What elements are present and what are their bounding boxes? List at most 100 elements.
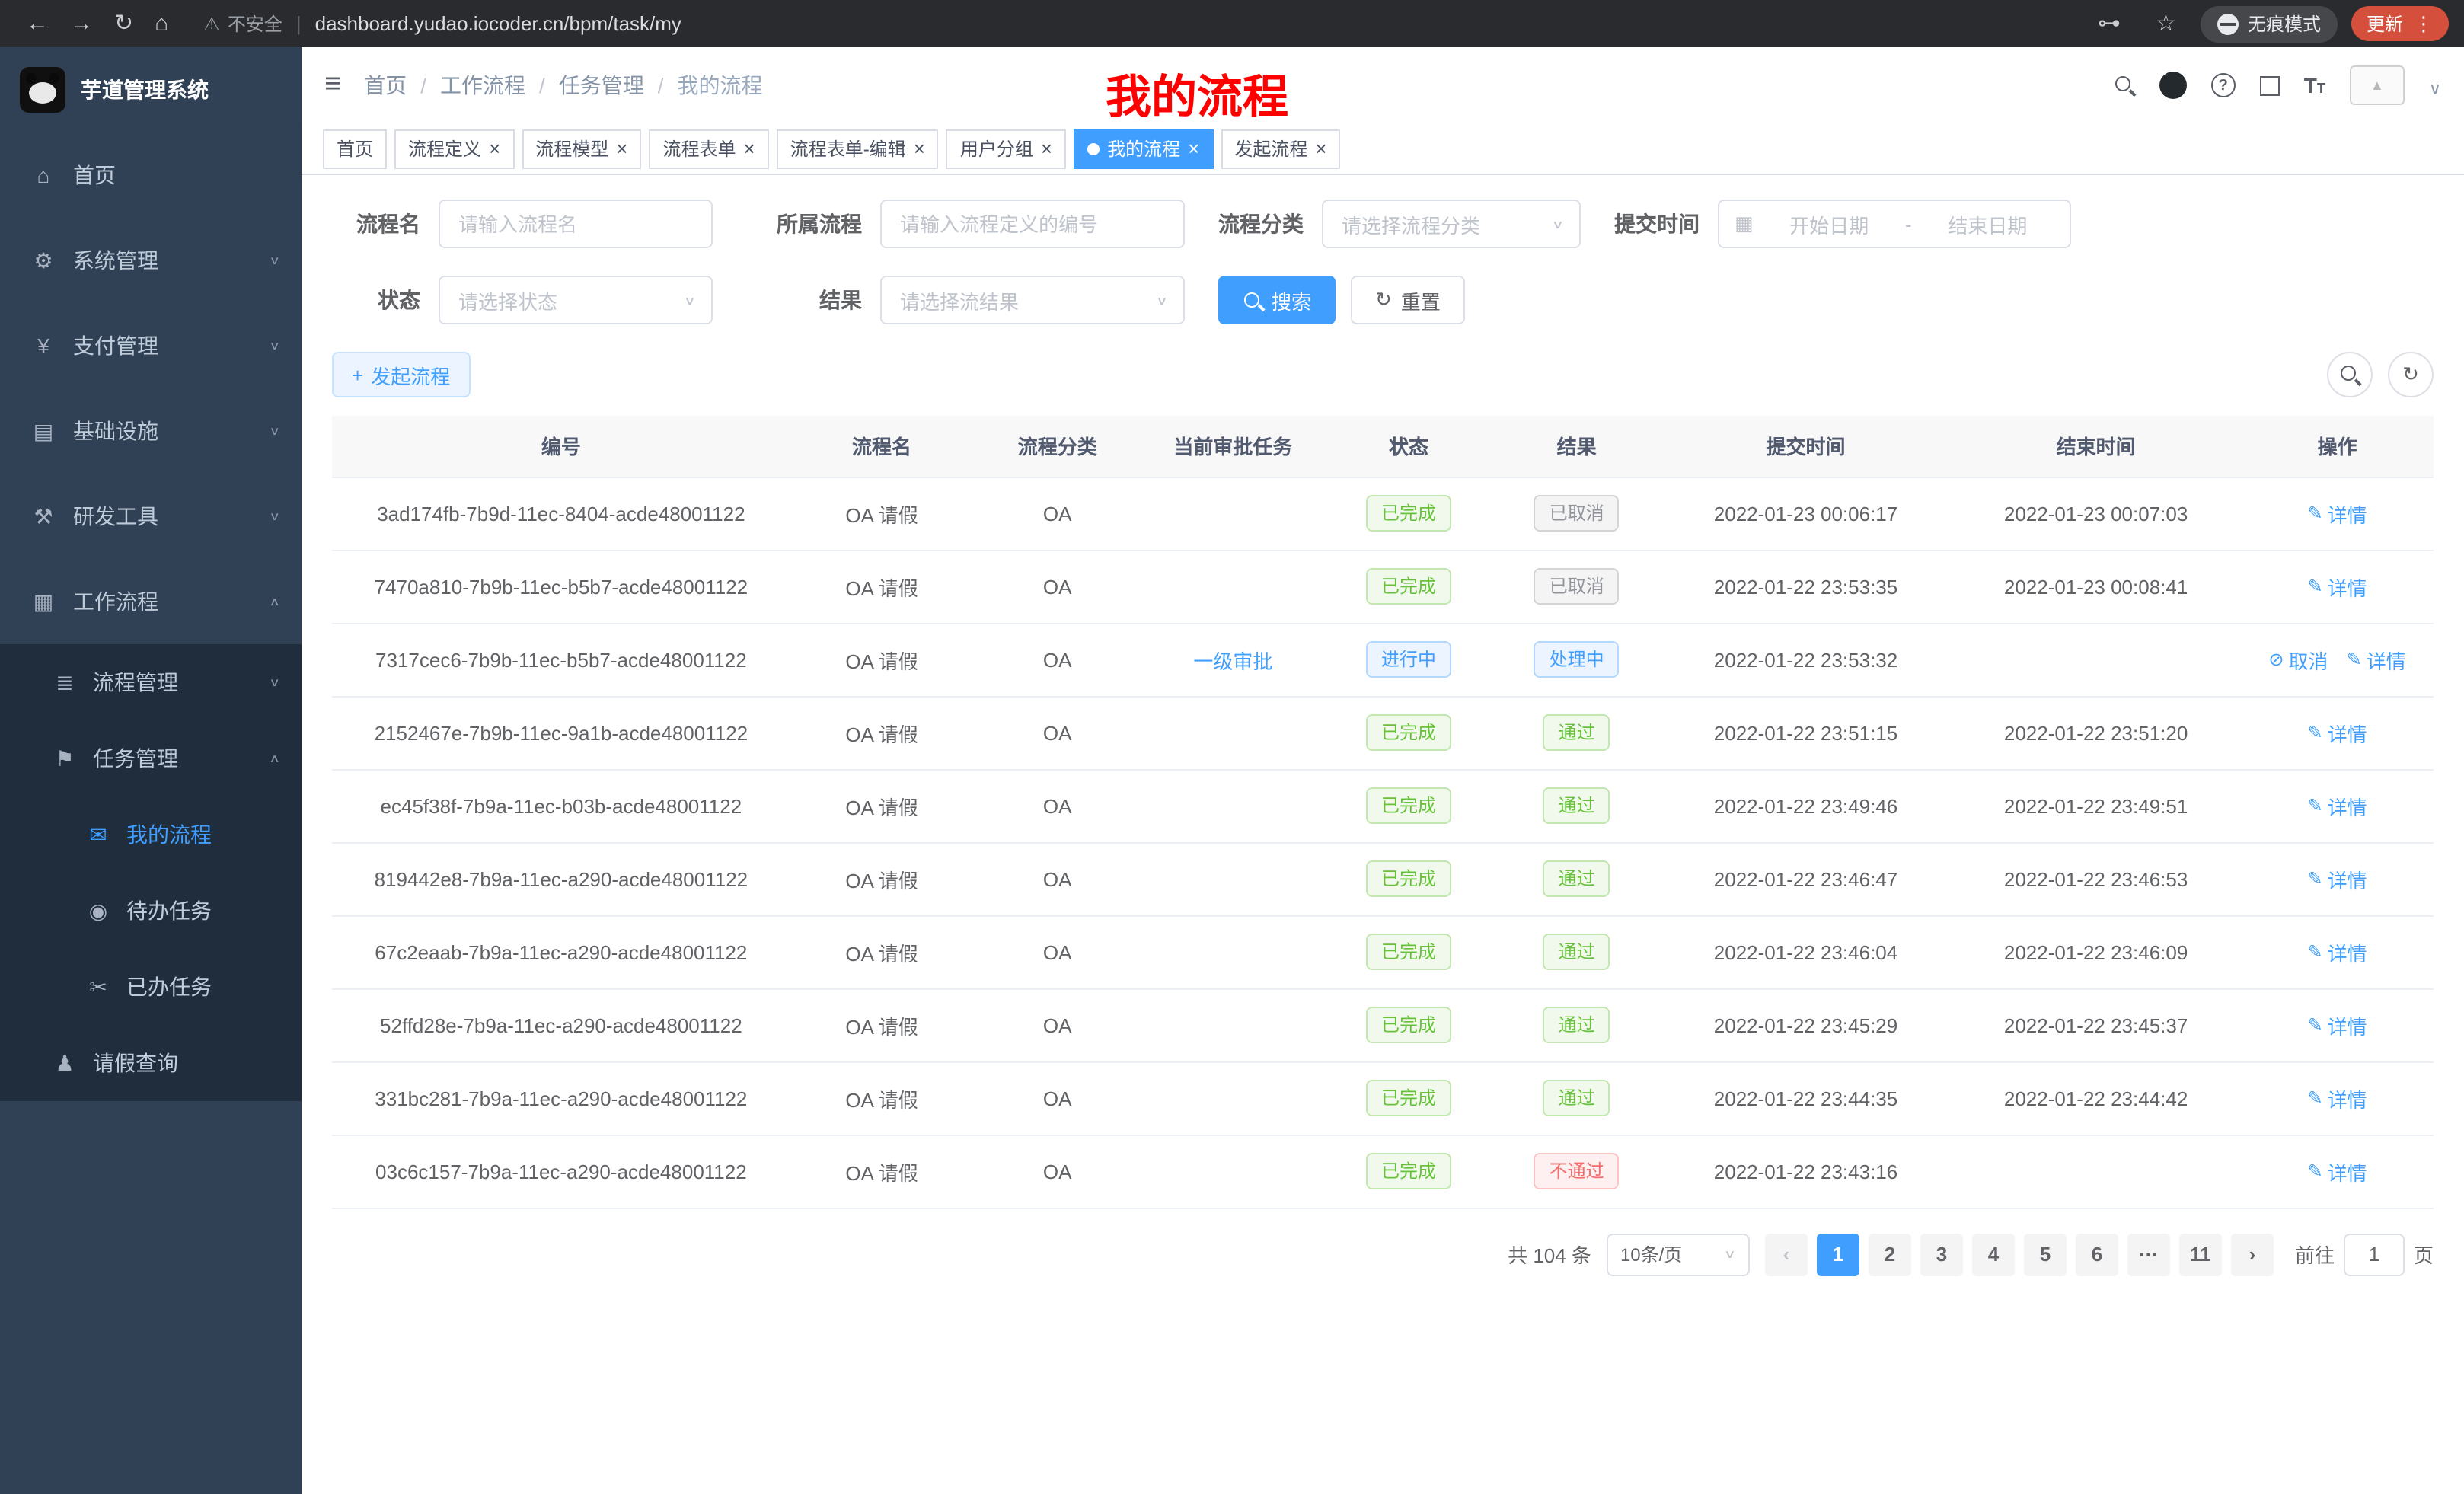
sidebar-item-leave-query[interactable]: ♟请假查询 <box>0 1025 302 1101</box>
detail-button[interactable]: ✎详情 <box>2308 499 2367 528</box>
sidebar-item-infrastructure[interactable]: ▤基础设施∨ <box>0 388 302 474</box>
browser-update-button[interactable]: 更新 ⋮ <box>2351 6 2449 41</box>
close-icon[interactable]: × <box>616 139 627 158</box>
process-id-cell: 03c6c157-7b9a-11ec-a290-acde48001122 <box>332 1135 790 1208</box>
bookmark-star-icon[interactable]: ☆ <box>2156 12 2176 35</box>
tab-process-form-edit[interactable]: 流程表单-编辑× <box>777 129 939 168</box>
detail-button[interactable]: ✎详情 <box>2308 791 2367 820</box>
process-name-cell: OA 请假 <box>790 915 974 988</box>
breadcrumb-item[interactable]: 工作流程 <box>440 70 525 101</box>
sidebar-item-home[interactable]: ⌂首页 <box>0 132 302 218</box>
goto-page-input[interactable] <box>2344 1233 2405 1275</box>
actions-cell: ✎详情 <box>2241 769 2434 842</box>
page-button-11[interactable]: 11 <box>2179 1233 2222 1275</box>
sidebar-item-todo-tasks[interactable]: ◉待办任务 <box>0 873 302 949</box>
user-menu-caret-icon[interactable]: ∨ <box>2429 79 2441 99</box>
hamburger-icon[interactable]: ≡ <box>324 69 341 102</box>
sidebar-item-done-tasks[interactable]: ✂已办任务 <box>0 949 302 1025</box>
close-icon[interactable]: × <box>1188 139 1199 158</box>
breadcrumb-item[interactable]: 任务管理 <box>559 70 644 101</box>
sidebar-item-my-process[interactable]: ✉我的流程 <box>0 796 302 873</box>
reload-icon[interactable]: ↻ <box>114 12 133 35</box>
process-definition-label: 所属流程 <box>746 209 862 239</box>
page-button-2[interactable]: 2 <box>1869 1233 1911 1275</box>
kebab-menu-icon[interactable]: ⋮ <box>2414 11 2434 36</box>
action-label: 详情 <box>2367 645 2406 674</box>
page-button-6[interactable]: 6 <box>2076 1233 2118 1275</box>
page-button-3[interactable]: 3 <box>1920 1233 1963 1275</box>
help-icon[interactable]: ? <box>2211 73 2236 97</box>
back-icon[interactable]: ← <box>26 12 49 35</box>
next-page-button[interactable]: › <box>2231 1233 2274 1275</box>
refresh-table-button[interactable]: ↻ <box>2388 352 2434 397</box>
detail-button[interactable]: ✎详情 <box>2308 718 2367 747</box>
tab-process-form[interactable]: 流程表单× <box>649 129 768 168</box>
detail-button[interactable]: ✎详情 <box>2308 572 2367 601</box>
detail-button[interactable]: ✎详情 <box>2308 864 2367 893</box>
sidebar-item-system-management[interactable]: ⚙系统管理∨ <box>0 218 302 303</box>
reset-button[interactable]: ↻ 重置 <box>1351 276 1465 324</box>
close-icon[interactable]: × <box>1315 139 1326 158</box>
more-pages-button[interactable]: ··· <box>2127 1233 2170 1275</box>
search-button-label: 搜索 <box>1272 286 1311 314</box>
sidebar-item-process-management[interactable]: ≣流程管理∨ <box>0 644 302 720</box>
page-size-select[interactable]: 10条/页 ∨ <box>1607 1233 1750 1275</box>
result-select[interactable]: 请选择流结果 ∨ <box>880 276 1185 324</box>
tab-process-definition[interactable]: 流程定义× <box>394 129 514 168</box>
submit-time-cell: 2022-01-23 00:06:17 <box>1661 477 1951 550</box>
incognito-badge[interactable]: 无痕模式 <box>2201 5 2338 42</box>
breadcrumb-item[interactable]: 首页 <box>364 70 407 101</box>
tab-start-process[interactable]: 发起流程× <box>1221 129 1340 168</box>
close-icon[interactable]: × <box>914 139 925 158</box>
detail-button[interactable]: ✎详情 <box>2308 1010 2367 1039</box>
close-icon[interactable]: × <box>744 139 755 158</box>
date-separator: - <box>1905 212 1912 235</box>
font-size-icon[interactable]: TT <box>2304 75 2325 96</box>
detail-button[interactable]: ✎详情 <box>2308 1084 2367 1113</box>
address-bar[interactable]: ⚠ 不安全 | dashboard.yudao.iocoder.cn/bpm/t… <box>203 11 2087 37</box>
category-select[interactable]: 请选择流程分类 ∨ <box>1322 200 1581 248</box>
prev-page-button[interactable]: ‹ <box>1765 1233 1808 1275</box>
cancel-button[interactable]: ⊘取消 <box>2268 645 2328 674</box>
tab-label: 首页 <box>337 136 373 161</box>
page-button-5[interactable]: 5 <box>2024 1233 2067 1275</box>
github-icon[interactable] <box>2159 72 2187 99</box>
sidebar-item-payment-management[interactable]: ¥支付管理∨ <box>0 303 302 388</box>
page-button-1[interactable]: 1 <box>1817 1233 1859 1275</box>
search-button[interactable]: 搜索 <box>1218 276 1336 324</box>
start-process-button[interactable]: + 发起流程 <box>332 352 470 397</box>
sidebar-item-dev-tools[interactable]: ⚒研发工具∨ <box>0 474 302 559</box>
current-task-cell <box>1141 1061 1325 1135</box>
sidebar-item-workflow[interactable]: ▦工作流程∧ <box>0 559 302 644</box>
status-select[interactable]: 请选择状态 ∨ <box>439 276 713 324</box>
tab-process-model[interactable]: 流程模型× <box>522 129 641 168</box>
detail-button[interactable]: ✎详情 <box>2308 937 2367 966</box>
key-icon[interactable]: ⊶ <box>2098 12 2121 35</box>
process-definition-input[interactable] <box>880 200 1185 248</box>
close-icon[interactable]: × <box>489 139 500 158</box>
show-search-button[interactable] <box>2327 352 2373 397</box>
url-text: dashboard.yudao.iocoder.cn/bpm/task/my <box>315 12 681 35</box>
process-category-cell: OA <box>973 842 1141 915</box>
tab-my-process[interactable]: 我的流程× <box>1074 129 1213 168</box>
result-placeholder: 请选择流结果 <box>900 286 1019 314</box>
detail-button[interactable]: ✎详情 <box>2347 645 2406 674</box>
fullscreen-icon[interactable] <box>2260 75 2280 95</box>
browser-home-icon[interactable]: ⌂ <box>155 12 168 35</box>
detail-button[interactable]: ✎详情 <box>2308 1157 2367 1186</box>
page-button-4[interactable]: 4 <box>1972 1233 2015 1275</box>
tab-user-group[interactable]: 用户分组× <box>946 129 1066 168</box>
table-row: 7470a810-7b9b-11ec-b5b7-acde48001122OA 请… <box>332 550 2434 623</box>
search-icon[interactable] <box>2114 75 2135 96</box>
current-task-link[interactable]: 一级审批 <box>1193 650 1272 672</box>
date-range-picker[interactable]: ▦ 开始日期 - 结束日期 <box>1718 200 2071 248</box>
navbar: ≡ 首页/工作流程/任务管理/我的流程 我的流程 ? TT ▲ ∨ <box>302 47 2464 123</box>
avatar[interactable]: ▲ <box>2350 65 2405 105</box>
close-icon[interactable]: × <box>1041 139 1052 158</box>
tab-home[interactable]: 首页 <box>323 129 387 168</box>
column-header: 编号 <box>332 416 790 477</box>
sidebar-item-task-management[interactable]: ⚑任务管理∧ <box>0 720 302 796</box>
process-name-input[interactable] <box>439 200 713 248</box>
chevron-down-icon: ∨ <box>1552 217 1564 231</box>
forward-icon[interactable]: → <box>70 12 93 35</box>
